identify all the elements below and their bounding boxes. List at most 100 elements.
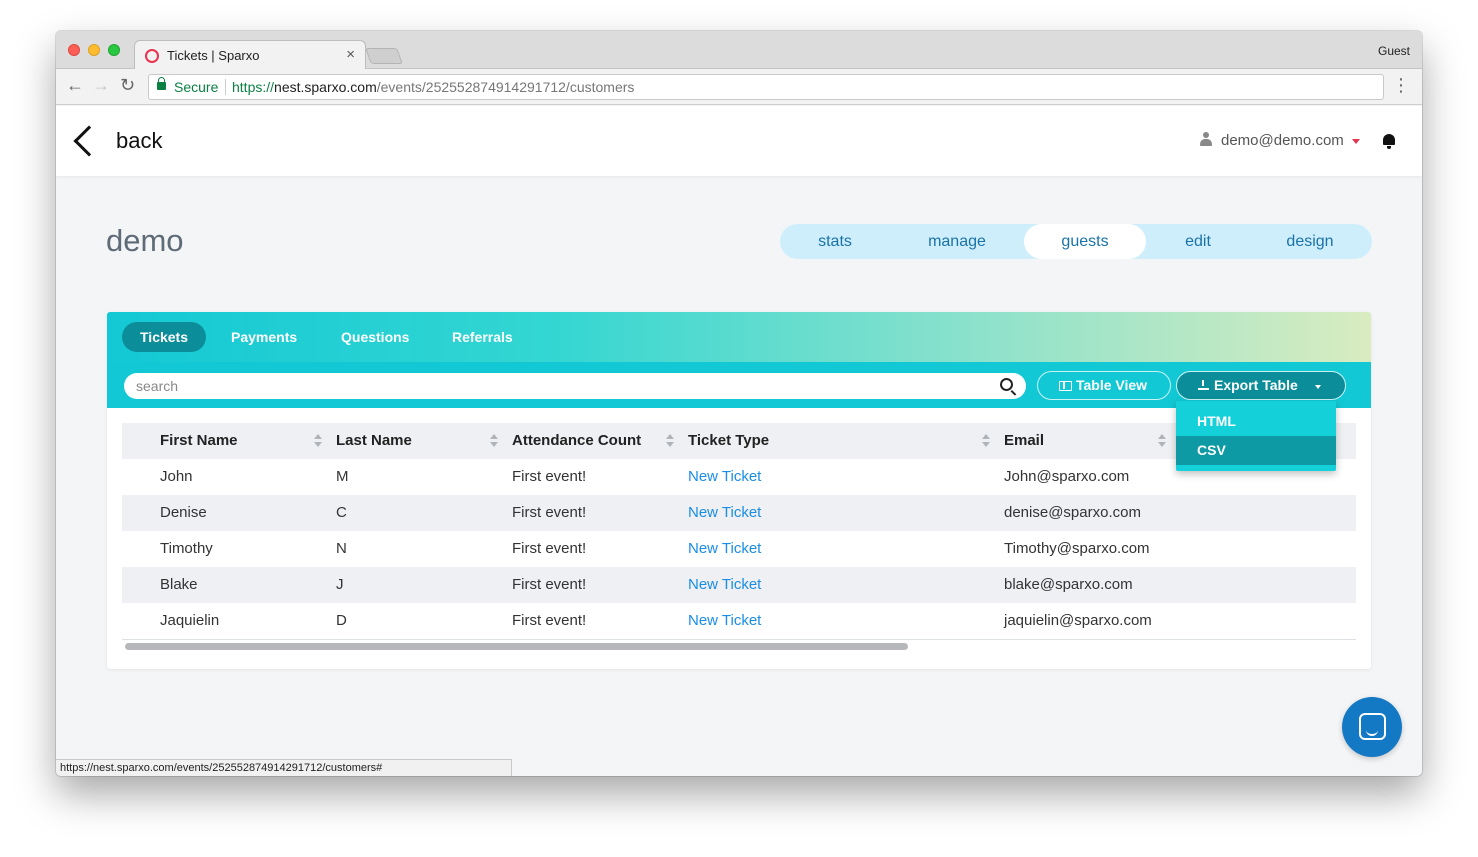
search-icon[interactable]: [1000, 378, 1013, 391]
column-header-attendance-count[interactable]: Attendance Count: [512, 423, 641, 459]
new-tab-button[interactable]: [365, 48, 403, 64]
app-header: back demo@demo.com: [56, 106, 1422, 176]
horizontal-scrollbar[interactable]: [122, 641, 1356, 651]
cell-attendance: First event!: [512, 540, 587, 557]
address-bar[interactable]: Secure https://nest.sparxo.com/events/25…: [148, 74, 1384, 100]
table-row[interactable]: Blake J First event! New Ticket blake@sp…: [122, 567, 1356, 603]
sort-icon[interactable]: [314, 434, 322, 448]
chat-icon: [1359, 713, 1386, 740]
secure-label: Secure: [174, 79, 219, 95]
cell-email: jaquielin@sparxo.com: [1004, 612, 1152, 629]
browser-toolbar: ← → ↻ Secure https://nest.sparxo.com/eve…: [56, 69, 1422, 105]
tab-close-icon[interactable]: ×: [346, 46, 355, 63]
search-input[interactable]: [136, 377, 976, 395]
bell-icon[interactable]: [1382, 134, 1396, 149]
address-separator: [225, 79, 226, 95]
export-table-button[interactable]: Export Table: [1176, 371, 1346, 400]
cell-ticket-type-link[interactable]: New Ticket: [688, 531, 761, 567]
export-csv-option[interactable]: CSV: [1176, 436, 1336, 465]
chevron-left-icon[interactable]: [73, 125, 105, 157]
sparxo-favicon-icon: [145, 49, 159, 63]
user-icon: [1200, 132, 1212, 148]
tab-tickets[interactable]: Tickets: [122, 322, 206, 352]
url-text[interactable]: https://nest.sparxo.com/events/252552874…: [232, 79, 634, 95]
event-title: demo: [106, 223, 184, 258]
cell-email: Timothy@sparxo.com: [1004, 540, 1150, 557]
table-row[interactable]: Denise C First event! New Ticket denise@…: [122, 495, 1356, 531]
tab-questions[interactable]: Questions: [323, 322, 427, 352]
scrollbar-thumb[interactable]: [125, 643, 908, 650]
sort-icon[interactable]: [982, 434, 990, 448]
minimize-window-button[interactable]: [88, 44, 100, 56]
column-header-last-name[interactable]: Last Name: [336, 423, 412, 459]
table-header: First Name Last Name Attendance Count Ti…: [122, 423, 1356, 459]
cell-first-name: Jaquielin: [160, 612, 220, 629]
export-dropdown-menu: HTML CSV: [1176, 401, 1336, 471]
search-box: [124, 373, 1026, 399]
cell-last-name: J: [336, 576, 344, 593]
cell-first-name: John: [160, 468, 193, 485]
url-path: /events/252552874914291712/customers: [376, 79, 635, 95]
cell-first-name: Timothy: [160, 540, 213, 557]
tab-title: Tickets | Sparxo: [167, 48, 260, 63]
cell-ticket-type-link[interactable]: New Ticket: [688, 495, 761, 531]
sort-icon[interactable]: [1158, 434, 1166, 448]
back-arrow-icon[interactable]: ←: [66, 75, 84, 96]
caret-down-icon[interactable]: [1352, 139, 1360, 144]
column-header-ticket-type[interactable]: Ticket Type: [688, 423, 769, 459]
table-view-label: Table View: [1076, 377, 1148, 393]
cell-ticket-type-link[interactable]: New Ticket: [688, 603, 761, 639]
export-table-label: Export Table: [1214, 377, 1298, 393]
cell-first-name: Blake: [160, 576, 198, 593]
table-view-button[interactable]: Table View: [1037, 371, 1171, 400]
profile-label[interactable]: Guest: [1378, 44, 1410, 58]
cell-last-name: M: [336, 468, 349, 485]
tab-payments[interactable]: Payments: [213, 322, 315, 352]
table-icon: [1059, 381, 1072, 391]
browser-titlebar: Tickets | Sparxo × Guest: [56, 31, 1422, 70]
nav-guests[interactable]: guests: [1024, 224, 1146, 259]
caret-down-icon: [1315, 385, 1321, 389]
cell-first-name: Denise: [160, 504, 207, 521]
url-host: nest.sparxo.com: [274, 79, 377, 95]
table-row[interactable]: John M First event! New Ticket John@spar…: [122, 459, 1356, 495]
url-scheme: https://: [232, 79, 275, 95]
browser-menu-icon[interactable]: ⋮: [1392, 75, 1410, 96]
table-row[interactable]: Timothy N First event! New Ticket Timoth…: [122, 531, 1356, 567]
user-menu[interactable]: demo@demo.com: [1221, 132, 1344, 149]
cell-attendance: First event!: [512, 576, 587, 593]
cell-email: denise@sparxo.com: [1004, 504, 1141, 521]
export-html-option[interactable]: HTML: [1176, 407, 1336, 436]
sort-icon[interactable]: [666, 434, 674, 448]
cell-last-name: D: [336, 612, 347, 629]
cell-last-name: C: [336, 504, 347, 521]
maximize-window-button[interactable]: [108, 44, 120, 56]
cell-email: John@sparxo.com: [1004, 468, 1130, 485]
browser-window: Tickets | Sparxo × Guest ← → ↻ Secure ht…: [56, 31, 1422, 776]
status-bar-url: https://nest.sparxo.com/events/252552874…: [56, 759, 512, 776]
guests-card: Tickets Payments Questions Referrals Tab…: [107, 312, 1371, 669]
download-icon: [1198, 380, 1209, 391]
lock-icon: [157, 77, 166, 90]
cell-ticket-type-link[interactable]: New Ticket: [688, 567, 761, 603]
column-header-first-name[interactable]: First Name: [160, 423, 238, 459]
cell-attendance: First event!: [512, 504, 587, 521]
chat-launcher-button[interactable]: [1342, 697, 1402, 757]
nav-manage[interactable]: manage: [902, 224, 1012, 259]
event-nav: stats manage guests edit design: [780, 224, 1372, 259]
reload-icon[interactable]: ↻: [120, 75, 135, 96]
column-header-email[interactable]: Email: [1004, 423, 1044, 459]
cell-email: blake@sparxo.com: [1004, 576, 1133, 593]
nav-edit[interactable]: edit: [1146, 224, 1250, 259]
nav-stats[interactable]: stats: [780, 224, 890, 259]
sort-icon[interactable]: [490, 434, 498, 448]
table-row[interactable]: Jaquielin D First event! New Ticket jaqu…: [122, 603, 1356, 639]
browser-tab[interactable]: Tickets | Sparxo ×: [134, 40, 366, 70]
forward-arrow-icon[interactable]: →: [92, 75, 110, 96]
nav-design[interactable]: design: [1254, 224, 1366, 259]
close-window-button[interactable]: [68, 44, 80, 56]
cell-ticket-type-link[interactable]: New Ticket: [688, 459, 761, 495]
table-divider: [122, 639, 1356, 640]
back-link[interactable]: back: [116, 128, 162, 154]
tab-referrals[interactable]: Referrals: [434, 322, 531, 352]
